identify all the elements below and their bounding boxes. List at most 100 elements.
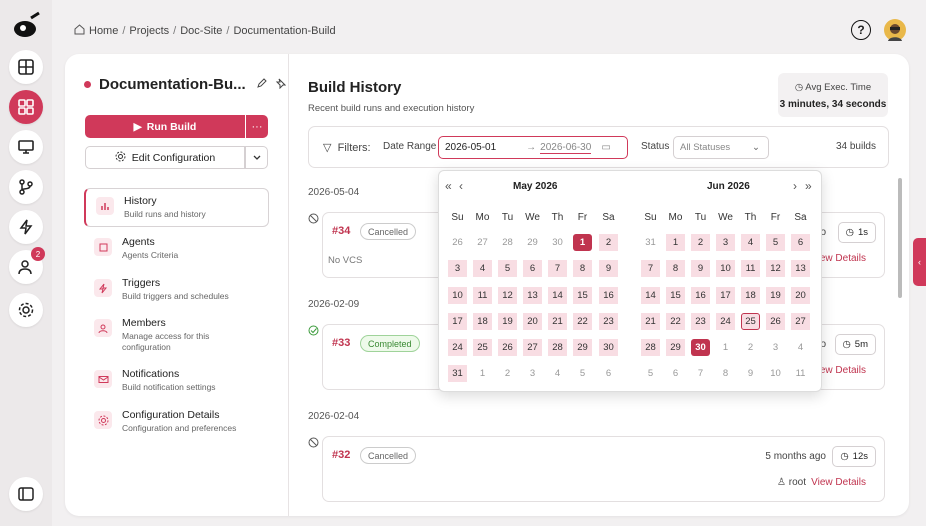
- nav-configuration-details[interactable]: Configuration Details Configuration and p…: [84, 403, 269, 440]
- build-run-card[interactable]: #32 Cancelled 5 months ago ◷ 12s ♙ root V…: [322, 436, 885, 502]
- calendar-day[interactable]: 26: [498, 339, 517, 356]
- users-icon[interactable]: 2: [9, 247, 45, 284]
- calendar-day[interactable]: 5: [498, 260, 517, 277]
- calendar-day[interactable]: 2: [498, 365, 517, 382]
- calendar-day[interactable]: 13: [523, 287, 542, 304]
- calendar-day[interactable]: 15: [573, 287, 592, 304]
- calendar-day[interactable]: 30: [599, 339, 618, 356]
- prev-month-button[interactable]: ‹: [459, 179, 463, 193]
- calendar-day[interactable]: 26: [448, 234, 467, 251]
- calendar-day[interactable]: 6: [523, 260, 542, 277]
- calendar-day[interactable]: 14: [548, 287, 567, 304]
- date-start-value[interactable]: 2026-05-01: [445, 142, 496, 153]
- calendar-day[interactable]: 21: [548, 313, 567, 330]
- run-build-button[interactable]: ▶ Run Build: [85, 115, 245, 138]
- calendar-day[interactable]: 8: [716, 365, 735, 382]
- edit-configuration-button[interactable]: Edit Configuration: [85, 146, 245, 169]
- calendar-day[interactable]: 1: [666, 234, 685, 251]
- calendar-day[interactable]: 5: [641, 365, 660, 382]
- calendar-day[interactable]: 25: [473, 339, 492, 356]
- calendar-day[interactable]: 9: [599, 260, 618, 277]
- calendar-day[interactable]: 13: [791, 260, 810, 277]
- calendar-day[interactable]: 23: [599, 313, 618, 330]
- nav-history[interactable]: History Build runs and history: [84, 188, 269, 227]
- calendar-day[interactable]: 4: [473, 260, 492, 277]
- calendar-day[interactable]: 2: [691, 234, 710, 251]
- nav-triggers[interactable]: Triggers Build triggers and schedules: [84, 271, 269, 308]
- calendar-day[interactable]: 8: [573, 260, 592, 277]
- calendar-day[interactable]: 24: [716, 313, 735, 330]
- calendar-day[interactable]: 27: [473, 234, 492, 251]
- calendar-day[interactable]: 23: [691, 313, 710, 330]
- pencil-icon[interactable]: [256, 76, 267, 93]
- calendar-day[interactable]: 6: [666, 365, 685, 382]
- calendar-day[interactable]: 3: [766, 339, 785, 356]
- calendar-day[interactable]: 28: [548, 339, 567, 356]
- build-number[interactable]: #33: [332, 337, 350, 349]
- calendar-day[interactable]: 3: [523, 365, 542, 382]
- pin-icon[interactable]: [275, 76, 286, 93]
- layout-icon[interactable]: [9, 50, 43, 84]
- calendar-day[interactable]: 20: [523, 313, 542, 330]
- calendar-day[interactable]: 31: [641, 234, 660, 251]
- status-select[interactable]: All Statuses ⌄: [673, 136, 769, 159]
- calendar-day[interactable]: 11: [741, 260, 760, 277]
- settings-icon[interactable]: [9, 293, 43, 327]
- calendar-day[interactable]: 12: [498, 287, 517, 304]
- calendar-day[interactable]: 28: [641, 339, 660, 356]
- nav-agents[interactable]: Agents Agents Criteria: [84, 230, 269, 267]
- calendar-day[interactable]: 22: [573, 313, 592, 330]
- calendar-day[interactable]: 15: [666, 287, 685, 304]
- nav-members[interactable]: Members Manage access for this configurat…: [84, 311, 269, 359]
- calendar-day[interactable]: 19: [498, 313, 517, 330]
- date-range-input[interactable]: 2026-05-01 → 2026-06-30 ▭: [438, 136, 628, 159]
- calendar-day[interactable]: 10: [716, 260, 735, 277]
- calendar-day[interactable]: 17: [716, 287, 735, 304]
- calendar-day[interactable]: 7: [641, 260, 660, 277]
- calendar-day[interactable]: 16: [691, 287, 710, 304]
- sidebar-toggle-icon[interactable]: [9, 477, 43, 511]
- prev-year-button[interactable]: «: [445, 179, 452, 193]
- calendar-day[interactable]: 9: [691, 260, 710, 277]
- calendar-day[interactable]: 10: [766, 365, 785, 382]
- calendar-day[interactable]: 11: [791, 365, 810, 382]
- calendar-day[interactable]: 3: [716, 234, 735, 251]
- calendar-day[interactable]: 7: [691, 365, 710, 382]
- calendar-day[interactable]: 1: [573, 234, 592, 251]
- nav-notifications[interactable]: Notifications Build notification settings: [84, 362, 269, 399]
- calendar-day[interactable]: 20: [791, 287, 810, 304]
- build-number[interactable]: #32: [332, 449, 350, 461]
- dashboard-icon[interactable]: [9, 90, 43, 124]
- calendar-day[interactable]: 19: [766, 287, 785, 304]
- next-month-button[interactable]: ›: [793, 179, 797, 193]
- run-options-button[interactable]: ···: [246, 115, 268, 138]
- calendar-day[interactable]: 1: [473, 365, 492, 382]
- breadcrumb-home[interactable]: Home: [89, 25, 118, 37]
- build-number[interactable]: #34: [332, 225, 350, 237]
- lightning-icon[interactable]: [9, 210, 43, 244]
- calendar-day[interactable]: 28: [498, 234, 517, 251]
- breadcrumb-doc-site[interactable]: Doc-Site: [180, 25, 222, 37]
- calendar-day[interactable]: 22: [666, 313, 685, 330]
- calendar-day[interactable]: 18: [741, 287, 760, 304]
- calendar-day[interactable]: 29: [666, 339, 685, 356]
- calendar-day[interactable]: 18: [473, 313, 492, 330]
- calendar-day[interactable]: 2: [741, 339, 760, 356]
- calendar-day[interactable]: 27: [791, 313, 810, 330]
- view-details-link[interactable]: View Details: [811, 477, 866, 488]
- calendar-day[interactable]: 30: [691, 339, 710, 356]
- calendar-day[interactable]: 5: [573, 365, 592, 382]
- breadcrumb-projects[interactable]: Projects: [129, 25, 169, 37]
- calendar-day[interactable]: 21: [641, 313, 660, 330]
- calendar-day[interactable]: 17: [448, 313, 467, 330]
- next-year-button[interactable]: »: [805, 179, 812, 193]
- calendar-day[interactable]: 24: [448, 339, 467, 356]
- calendar-day[interactable]: 4: [791, 339, 810, 356]
- calendar-day[interactable]: 25: [741, 313, 760, 330]
- calendar-day[interactable]: 29: [573, 339, 592, 356]
- calendar-day[interactable]: 1: [716, 339, 735, 356]
- calendar-day[interactable]: 11: [473, 287, 492, 304]
- chevron-down-icon[interactable]: [245, 146, 268, 169]
- calendar-day[interactable]: 16: [599, 287, 618, 304]
- monitor-icon[interactable]: [9, 130, 43, 164]
